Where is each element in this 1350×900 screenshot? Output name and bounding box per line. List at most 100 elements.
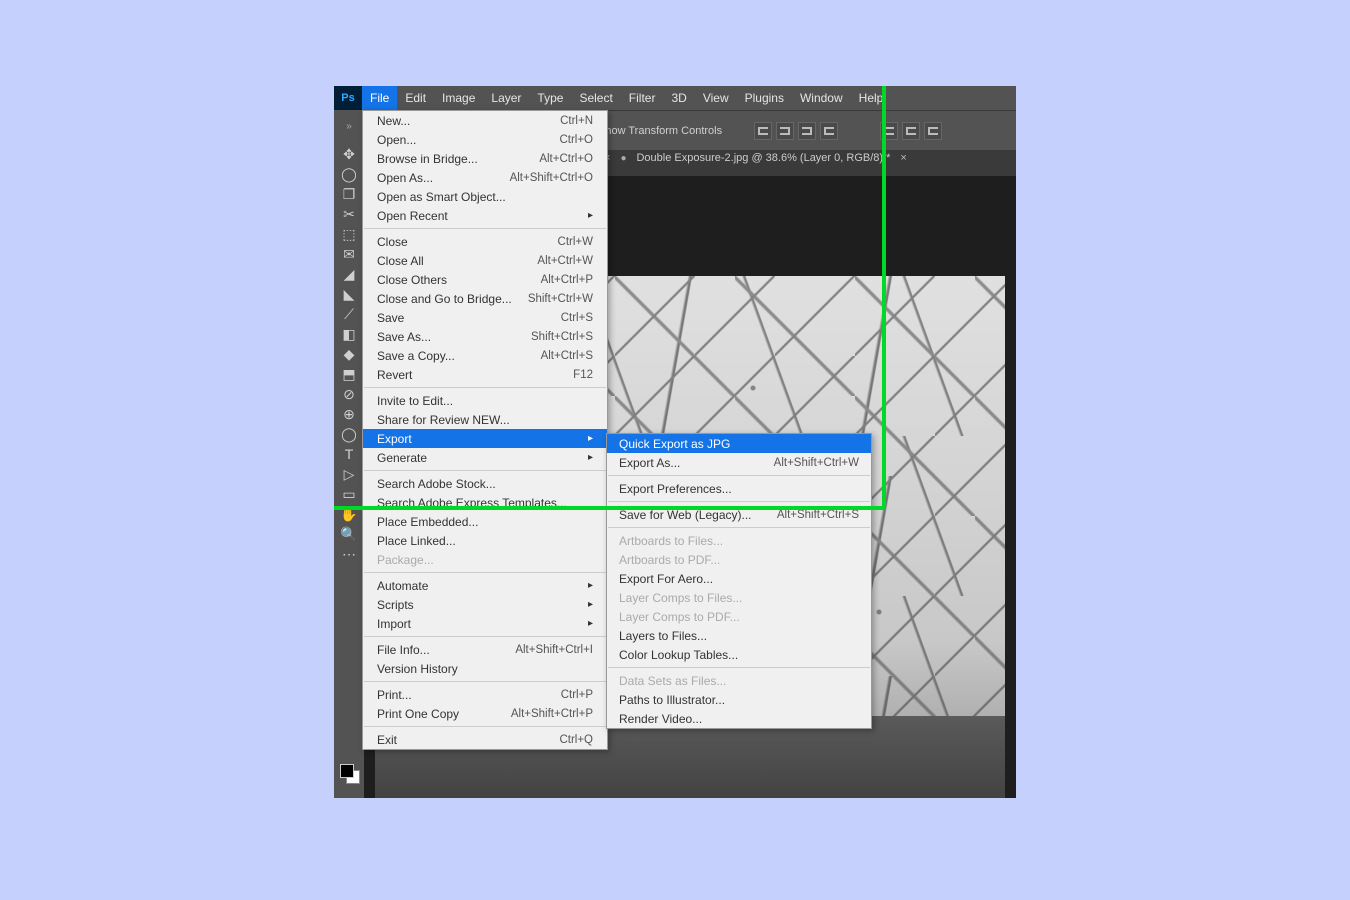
menu-item-quick-export-as-jpg[interactable]: Quick Export as JPG	[607, 434, 871, 453]
menu-image[interactable]: Image	[434, 86, 483, 110]
menu-item-invite-to-edit[interactable]: Invite to Edit...	[363, 391, 607, 410]
menu-type[interactable]: Type	[529, 86, 571, 110]
file-menu-dropdown: New...Ctrl+NOpen...Ctrl+OBrowse in Bridg…	[362, 110, 608, 750]
menu-separator	[364, 387, 606, 388]
document-tab-title[interactable]: Double Exposure-2.jpg @ 38.6% (Layer 0, …	[636, 152, 890, 164]
expand-tools-icon[interactable]: »	[339, 116, 359, 136]
align-group	[754, 122, 838, 140]
foreground-color-swatch[interactable]	[340, 764, 354, 778]
tool-19-icon[interactable]: 🔍	[339, 524, 359, 544]
tool-1-icon[interactable]: ◯	[339, 164, 359, 184]
menu-item-open-as-smart-object[interactable]: Open as Smart Object...	[363, 187, 607, 206]
tool-9-icon[interactable]: ◧	[339, 324, 359, 344]
menu-separator	[608, 667, 870, 668]
menu-layer[interactable]: Layer	[483, 86, 529, 110]
menu-item-open-as[interactable]: Open As...Alt+Shift+Ctrl+O	[363, 168, 607, 187]
menu-item-open[interactable]: Open...Ctrl+O	[363, 130, 607, 149]
menu-item-close-others[interactable]: Close OthersAlt+Ctrl+P	[363, 270, 607, 289]
menu-separator	[364, 636, 606, 637]
align-top-icon[interactable]	[820, 122, 838, 140]
show-transform-label[interactable]: Show Transform Controls	[598, 125, 722, 137]
tool-4-icon[interactable]: ⬚	[339, 224, 359, 244]
tool-5-icon[interactable]: ✉	[339, 244, 359, 264]
tool-7-icon[interactable]: ◣	[339, 284, 359, 304]
menu-item-export-as[interactable]: Export As...Alt+Shift+Ctrl+W	[607, 453, 871, 472]
photoshop-window: Ps FileEditImageLayerTypeSelectFilter3DV…	[334, 86, 1016, 798]
menu-item-exit[interactable]: ExitCtrl+Q	[363, 730, 607, 749]
tool-11-icon[interactable]: ⬒	[339, 364, 359, 384]
menu-item-automate[interactable]: Automate▸	[363, 576, 607, 595]
menu-separator	[608, 475, 870, 476]
menu-item-share-for-review-new[interactable]: Share for Review NEW...	[363, 410, 607, 429]
menu-item-print[interactable]: Print...Ctrl+P	[363, 685, 607, 704]
align-right-icon[interactable]	[798, 122, 816, 140]
align-center-icon[interactable]	[776, 122, 794, 140]
menu-item-new[interactable]: New...Ctrl+N	[363, 111, 607, 130]
distribute-3-icon[interactable]	[924, 122, 942, 140]
tool-12-icon[interactable]: ⊘	[339, 384, 359, 404]
menu-item-artboards-to-pdf: Artboards to PDF...	[607, 550, 871, 569]
menu-item-render-video[interactable]: Render Video...	[607, 709, 871, 728]
menu-item-color-lookup-tables[interactable]: Color Lookup Tables...	[607, 645, 871, 664]
tool-0-icon[interactable]: ✥	[339, 144, 359, 164]
menu-item-layers-to-files[interactable]: Layers to Files...	[607, 626, 871, 645]
menu-file[interactable]: File	[362, 86, 397, 110]
tool-3-icon[interactable]: ✂	[339, 204, 359, 224]
menu-item-generate[interactable]: Generate▸	[363, 448, 607, 467]
menu-item-close-all[interactable]: Close AllAlt+Ctrl+W	[363, 251, 607, 270]
menu-item-place-embedded[interactable]: Place Embedded...	[363, 512, 607, 531]
menu-item-scripts[interactable]: Scripts▸	[363, 595, 607, 614]
tab-close-icon[interactable]: ×	[900, 152, 906, 164]
menu-item-layer-comps-to-files: Layer Comps to Files...	[607, 588, 871, 607]
tool-10-icon[interactable]: ◆	[339, 344, 359, 364]
menu-item-search-adobe-express-templates[interactable]: Search Adobe Express Templates...	[363, 493, 607, 512]
foreground-background-swatch[interactable]	[340, 764, 360, 784]
menu-filter[interactable]: Filter	[621, 86, 664, 110]
align-left-icon[interactable]	[754, 122, 772, 140]
menu-select[interactable]: Select	[571, 86, 620, 110]
menu-separator	[364, 228, 606, 229]
menu-item-file-info[interactable]: File Info...Alt+Shift+Ctrl+I	[363, 640, 607, 659]
menu-item-close-and-go-to-bridge[interactable]: Close and Go to Bridge...Shift+Ctrl+W	[363, 289, 607, 308]
menu-edit[interactable]: Edit	[397, 86, 434, 110]
tool-15-icon[interactable]: T	[339, 444, 359, 464]
distribute-2-icon[interactable]	[902, 122, 920, 140]
tool-20-icon[interactable]: ⋯	[339, 544, 359, 564]
tool-17-icon[interactable]: ▭	[339, 484, 359, 504]
menu-item-search-adobe-stock[interactable]: Search Adobe Stock...	[363, 474, 607, 493]
menu-bar: Ps FileEditImageLayerTypeSelectFilter3DV…	[334, 86, 1016, 110]
menu-item-place-linked[interactable]: Place Linked...	[363, 531, 607, 550]
menu-item-export[interactable]: Export▸	[363, 429, 607, 448]
menu-item-import[interactable]: Import▸	[363, 614, 607, 633]
menu-item-browse-in-bridge[interactable]: Browse in Bridge...Alt+Ctrl+O	[363, 149, 607, 168]
distribute-1-icon[interactable]	[880, 122, 898, 140]
tab-bullet-icon: ●	[620, 153, 626, 164]
menu-item-version-history[interactable]: Version History	[363, 659, 607, 678]
tools-panel: » ✥◯❐✂⬚✉◢◣⟋◧◆⬒⊘⊕◯T▷▭✋🔍⋯	[334, 110, 364, 798]
tool-16-icon[interactable]: ▷	[339, 464, 359, 484]
tool-13-icon[interactable]: ⊕	[339, 404, 359, 424]
tool-6-icon[interactable]: ◢	[339, 264, 359, 284]
menu-item-paths-to-illustrator[interactable]: Paths to Illustrator...	[607, 690, 871, 709]
tool-8-icon[interactable]: ⟋	[339, 304, 359, 324]
menu-item-save-as[interactable]: Save As...Shift+Ctrl+S	[363, 327, 607, 346]
menu-plugins[interactable]: Plugins	[737, 86, 792, 110]
menu-item-export-for-aero[interactable]: Export For Aero...	[607, 569, 871, 588]
menu-window[interactable]: Window	[792, 86, 851, 110]
tool-14-icon[interactable]: ◯	[339, 424, 359, 444]
menu-item-save[interactable]: SaveCtrl+S	[363, 308, 607, 327]
menu-separator	[364, 681, 606, 682]
menu-item-save-for-web-legacy[interactable]: Save for Web (Legacy)...Alt+Shift+Ctrl+S	[607, 505, 871, 524]
menu-item-open-recent[interactable]: Open Recent▸	[363, 206, 607, 225]
menu-view[interactable]: View	[695, 86, 737, 110]
menu-help[interactable]: Help	[851, 86, 892, 110]
photoshop-logo: Ps	[334, 86, 362, 110]
tool-2-icon[interactable]: ❐	[339, 184, 359, 204]
menu-item-print-one-copy[interactable]: Print One CopyAlt+Shift+Ctrl+P	[363, 704, 607, 723]
menu-3d[interactable]: 3D	[663, 86, 694, 110]
menu-item-close[interactable]: CloseCtrl+W	[363, 232, 607, 251]
menu-item-export-preferences[interactable]: Export Preferences...	[607, 479, 871, 498]
tool-18-icon[interactable]: ✋	[339, 504, 359, 524]
menu-item-save-a-copy[interactable]: Save a Copy...Alt+Ctrl+S	[363, 346, 607, 365]
menu-item-revert[interactable]: RevertF12	[363, 365, 607, 384]
